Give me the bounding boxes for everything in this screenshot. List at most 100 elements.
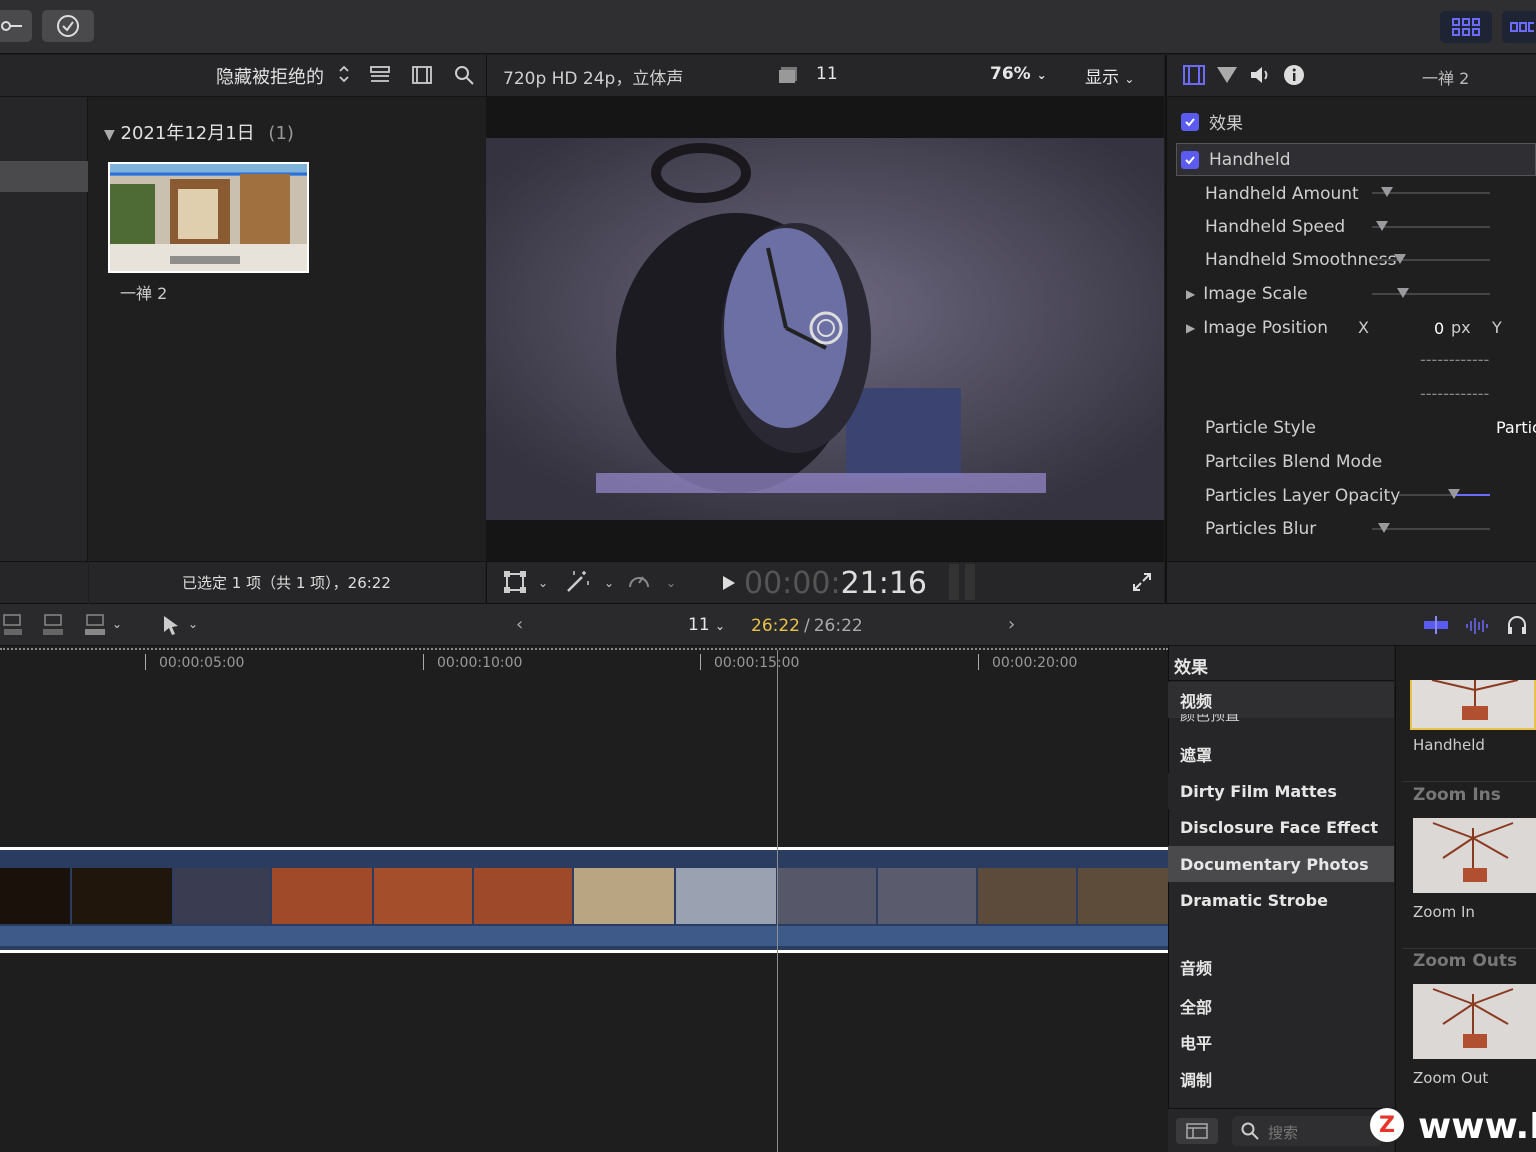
chevron-down-icon: ⌄ [1036,68,1047,82]
param-label: Handheld Amount [1205,183,1359,204]
filter-dropdown[interactable]: 隐藏被拒绝的 [216,63,324,89]
date-group-header[interactable]: ▼ 2021年12月1日 (1) [104,119,294,145]
sidebar-toggle-button[interactable] [1176,1118,1218,1144]
disclosure-triangle-icon[interactable]: ▶ [1186,287,1195,301]
date-header-label: 2021年12月1日 [120,123,255,144]
effect-tile-handheld[interactable] [1410,680,1536,730]
ruler-label: 00:00:05:00 [159,655,245,671]
layout-icon [1510,22,1534,32]
category-all[interactable]: 全部 [1168,988,1394,1024]
updown-chevron-icon[interactable] [338,64,350,88]
transform-icon[interactable] [504,571,526,597]
divider [1403,781,1536,782]
audio-waveform-icon[interactable] [1464,614,1492,640]
param-row: Partciles Blend Mode [1176,445,1536,478]
playhead[interactable] [777,650,778,1152]
chevron-down-icon[interactable]: ⌄ [666,576,676,590]
category-dramatic-strobe[interactable]: Dramatic Strobe [1168,882,1394,918]
effect-preview-image [1413,984,1536,1059]
effect-handheld-header[interactable]: Handheld [1176,143,1536,176]
chevron-down-icon[interactable]: ⌄ [604,576,614,590]
select-tool-icon[interactable] [162,614,180,640]
fullscreen-icon[interactable] [1132,572,1152,596]
viewer-frame[interactable] [486,138,1164,520]
timeline-clip-index[interactable]: 11 ⌄ [688,615,725,635]
display-label: 显示 [1085,68,1119,88]
filter-label: 隐藏被拒绝的 [216,67,324,88]
effect-preview-image [1412,680,1534,728]
slider-knob[interactable] [1394,254,1406,264]
insert-clip-icon[interactable] [42,613,64,641]
color-inspector-icon[interactable] [1216,66,1238,88]
filmstrip-view-icon[interactable] [412,66,432,88]
param-label: Particles Layer Opacity [1205,485,1401,506]
effects-checkbox[interactable] [1181,112,1199,131]
watermark-logo: Z [1370,1108,1404,1142]
chevron-down-icon: ⌄ [715,619,726,633]
category-disclosure-face-effect[interactable]: Disclosure Face Effect [1168,809,1394,845]
headphones-icon[interactable] [1506,614,1528,640]
slider-knob[interactable] [1376,221,1388,231]
category-dirty-film-mattes[interactable]: Dirty Film Mattes [1168,773,1394,809]
slider-knob[interactable] [1378,523,1390,533]
param-label: Handheld Smoothness [1205,249,1397,270]
param-row[interactable]: ▶ Image Position [1176,311,1536,344]
category-modulation[interactable]: 调制 [1168,1061,1394,1097]
speedometer-icon[interactable] [627,570,651,596]
next-arrow-icon[interactable]: › [1008,614,1015,635]
effect-tile-zoom-out[interactable] [1413,984,1536,1059]
append-clip-icon[interactable] [84,613,106,641]
clip-appearance-icon[interactable] [1422,614,1450,640]
category-documentary-photos[interactable]: Documentary Photos [1168,846,1394,882]
previous-arrow-icon[interactable]: ‹ [516,614,523,635]
category-levels[interactable]: 电平 [1168,1024,1394,1060]
key-icon-button[interactable] [0,10,32,42]
info-icon[interactable] [1283,64,1305,90]
timecode-display[interactable]: 00:00:21:16 [744,566,927,601]
slider-knob[interactable] [1381,187,1393,197]
layout-grid-button[interactable] [1440,11,1492,43]
divider [1168,680,1394,681]
video-inspector-icon[interactable] [1183,65,1205,89]
disclosure-triangle-icon[interactable]: ▶ [1186,321,1195,335]
speaker-icon[interactable] [1249,65,1273,89]
clip-thumb [272,868,372,924]
handheld-checkbox[interactable] [1181,150,1199,169]
background-tasks-button[interactable] [42,10,94,42]
slider-knob[interactable] [1448,489,1460,499]
list-view-icon[interactable] [370,66,390,88]
category-masks[interactable]: 遮罩 [1168,736,1394,772]
category-label: Disclosure Face Effect [1180,817,1379,837]
clip-thumbnail-image [110,164,307,271]
handheld-smoothness-slider[interactable] [1372,259,1490,261]
magic-wand-icon[interactable] [564,569,590,597]
chevron-down-icon[interactable]: ⌄ [188,617,198,631]
particle-style-value[interactable]: Partic [1496,418,1536,437]
connect-clip-icon[interactable] [2,613,24,641]
pos-y-label: Y [1492,318,1502,337]
category-video[interactable]: 视频 [1168,682,1394,718]
effects-section-header[interactable]: 效果 [1176,105,1536,138]
category-audio[interactable]: 音频 [1168,949,1394,985]
layout-alt-button[interactable] [1502,11,1536,43]
play-icon[interactable] [722,575,736,595]
search-icon[interactable] [454,65,474,89]
slider-knob[interactable] [1397,288,1409,298]
category-label: 颜色预置 [1180,714,1240,722]
param-label: Image Scale [1203,283,1308,304]
disclosure-triangle-icon[interactable]: ▼ [104,127,115,143]
chevron-down-icon[interactable]: ⌄ [538,576,548,590]
video-frame-image [486,138,1164,520]
category-color-presets[interactable]: 颜色预置 [1180,714,1240,722]
handheld-speed-slider[interactable] [1372,226,1490,228]
chevron-down-icon[interactable]: ⌄ [112,617,122,631]
clip-thumb [978,868,1076,924]
effect-tile-zoom-in[interactable] [1413,818,1536,893]
pos-x-value[interactable]: 0 [1434,319,1444,338]
clip-thumbnail[interactable] [108,162,309,273]
display-dropdown[interactable]: 显示 ⌄ [1085,63,1134,88]
zoom-dropdown[interactable]: 76% ⌄ [990,64,1047,84]
image-scale-slider[interactable] [1372,293,1490,295]
clip-thumb [72,868,172,924]
sidebar-selected-item[interactable] [0,161,88,192]
